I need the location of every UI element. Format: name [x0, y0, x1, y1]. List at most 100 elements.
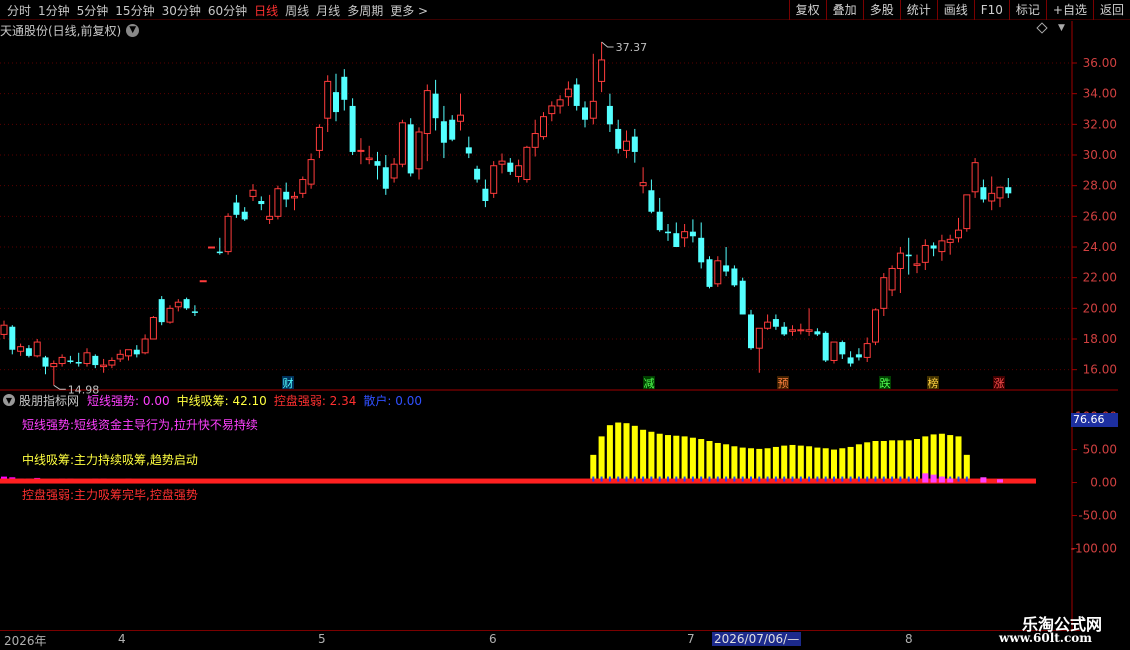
- candle-body: [797, 329, 805, 332]
- candle-body: [606, 105, 613, 125]
- candle-body: [888, 267, 896, 291]
- retail-tick: [716, 476, 719, 482]
- candle-body: [582, 107, 588, 120]
- retail-tick: [608, 476, 611, 482]
- event-marker: 预: [778, 377, 789, 390]
- retail-tick: [617, 476, 620, 482]
- event-marker: 跌: [880, 376, 891, 390]
- short-strength-bar: [980, 477, 987, 483]
- retail-tick: [891, 476, 894, 482]
- mid-accumulation-bar: [665, 435, 671, 483]
- retail-tick: [833, 476, 835, 482]
- candle-body: [249, 189, 257, 197]
- candle-body: [324, 80, 332, 119]
- candle-body: [681, 231, 689, 239]
- retail-tick: [866, 476, 869, 482]
- retail-tick: [675, 476, 678, 482]
- candle-body: [921, 244, 929, 263]
- candle-body: [531, 133, 539, 148]
- date-label: 5: [318, 632, 326, 646]
- candle-body: [872, 309, 879, 343]
- control-strength-band: [0, 478, 1036, 484]
- retail-tick: [758, 476, 761, 482]
- retail-tick: [808, 476, 811, 482]
- mid-accumulation-bar: [640, 429, 647, 483]
- candle-body: [133, 349, 140, 355]
- candle-body: [158, 299, 165, 323]
- candle-body: [930, 245, 937, 249]
- retail-tick: [592, 476, 595, 482]
- candle-body: [971, 162, 979, 193]
- mid-accumulation-bar: [706, 441, 713, 483]
- candle-body: [149, 317, 157, 340]
- candle-body: [407, 124, 414, 174]
- mid-accumulation-bar: [606, 425, 613, 483]
- candle-body: [540, 116, 547, 138]
- event-marker: 减: [644, 377, 655, 390]
- candle-body: [863, 343, 871, 358]
- chevron-down-icon[interactable]: ▼: [3, 394, 15, 406]
- candle-body: [789, 329, 796, 332]
- candle-body: [183, 299, 190, 309]
- candle-body: [847, 357, 854, 364]
- indicator-value-0: 短线强势: 0.00: [87, 393, 170, 408]
- candle-body: [291, 195, 298, 199]
- candle-body: [764, 321, 772, 329]
- candle-body: [9, 326, 16, 350]
- date-label: 7: [687, 632, 695, 646]
- candle-body: [946, 238, 954, 243]
- candle-body: [515, 165, 523, 177]
- candle-body: [357, 149, 365, 152]
- candle-body: [432, 93, 439, 119]
- candle-body: [706, 259, 713, 287]
- candle-body: [465, 147, 472, 154]
- retail-tick: [916, 476, 918, 482]
- mid-accumulation-bar: [889, 440, 896, 483]
- indicator-desc-mid: 中线吸筹:主力持续吸筹,趋势启动: [22, 453, 198, 467]
- indicator-tick-label: -100.00: [1071, 542, 1117, 556]
- retail-tick: [600, 476, 603, 482]
- candle-body: [805, 329, 813, 332]
- mid-accumulation-bar: [955, 436, 962, 483]
- candle-body: [216, 251, 223, 254]
- candle-body: [141, 338, 149, 354]
- retail-tick: [783, 476, 786, 482]
- mid-accumulation-bar: [681, 436, 688, 483]
- candle-body: [548, 105, 556, 115]
- candlestick-chart[interactable]: 16.00 18.00 20.00 22.00 24.00 26.00 28.00 30.00…: [0, 0, 1130, 650]
- candle-body: [839, 342, 846, 355]
- candle-body: [92, 355, 99, 366]
- candle-body: [781, 326, 788, 335]
- candle-body: [755, 327, 763, 349]
- candle-body: [174, 301, 182, 308]
- candle-body: [830, 341, 838, 361]
- event-marker: 财: [283, 376, 294, 390]
- high-pointer: [601, 41, 614, 48]
- mid-accumulation-bar: [689, 437, 696, 483]
- mid-accumulation-bar: [947, 435, 954, 483]
- candle-body: [307, 159, 315, 185]
- retail-tick: [824, 476, 827, 482]
- candle-body: [723, 265, 730, 272]
- candle-body: [855, 354, 862, 358]
- candle-body: [689, 231, 696, 237]
- candle-body: [67, 360, 74, 362]
- candle-body: [449, 119, 456, 140]
- short-strength-bar: [938, 476, 945, 483]
- candle-body: [507, 162, 514, 172]
- price-tick-label: 18.00: [1083, 332, 1117, 346]
- mid-accumulation-bar: [698, 439, 705, 483]
- date-label: 8: [905, 632, 913, 646]
- candle-body: [639, 182, 647, 187]
- retail-tick: [750, 476, 752, 482]
- candle-body: [896, 252, 904, 269]
- candle-body: [283, 191, 290, 200]
- retail-tick: [965, 476, 968, 482]
- indicator-desc-short: 短线强势:短线资金主导行为,拉升快不易持续: [22, 418, 258, 432]
- candle-body: [365, 157, 373, 161]
- short-strength-bar: [997, 479, 1003, 483]
- retail-tick: [907, 476, 910, 482]
- candle-body: [731, 268, 738, 286]
- candle-body: [963, 194, 971, 230]
- candle-body: [390, 163, 398, 179]
